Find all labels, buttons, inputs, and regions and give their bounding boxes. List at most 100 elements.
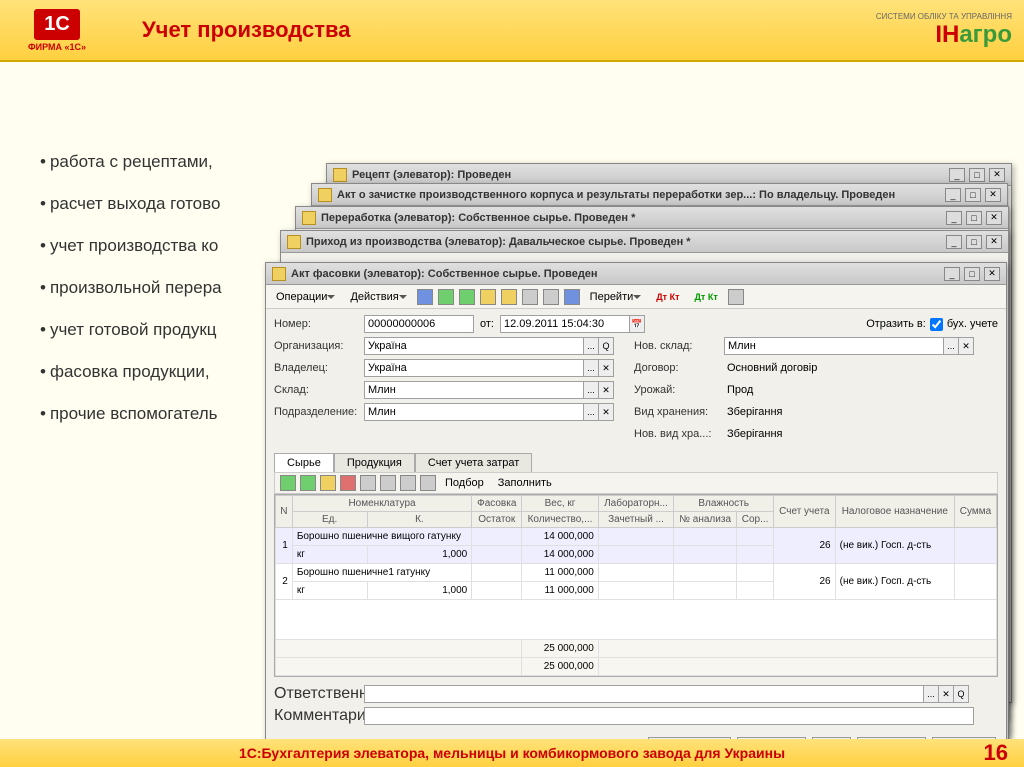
number-field[interactable] (364, 315, 474, 333)
col-qty[interactable]: Количество,... (522, 512, 599, 528)
col-tax[interactable]: Налоговое назначение (835, 496, 954, 528)
maximize-button[interactable]: □ (966, 211, 982, 225)
help-icon[interactable] (564, 289, 580, 305)
col-account[interactable]: Счет учета (774, 496, 836, 528)
dtkt-icon[interactable]: Дт Кт (650, 290, 685, 304)
grid[interactable]: N Номенклатура Фасовка Вес, кг Лаборатор… (274, 494, 998, 677)
clear-button[interactable]: ✕ (598, 359, 614, 377)
org-field[interactable] (364, 337, 584, 355)
slide-footer: 1С:Бухгалтерия элеватора, мельницы и ком… (0, 739, 1024, 767)
logo-1c: 1С ФИРМА «1С» (12, 5, 102, 55)
col-unit[interactable]: Ед. (292, 512, 367, 528)
footer-text: 1С:Бухгалтерия элеватора, мельницы и ком… (239, 745, 785, 761)
post-icon[interactable] (480, 289, 496, 305)
col-k[interactable]: К. (367, 512, 472, 528)
col-sor[interactable]: Сор... (737, 512, 774, 528)
bullet-item: расчет выхода готово (40, 194, 222, 214)
maximize-button[interactable]: □ (966, 235, 982, 249)
reflect-accounting-check[interactable] (930, 318, 943, 331)
unpost-icon[interactable] (501, 289, 517, 305)
minimize-button[interactable]: _ (946, 211, 962, 225)
dept-field[interactable] (364, 403, 584, 421)
col-humidity[interactable]: Влажность (674, 496, 774, 512)
grid-toolbar: Подбор Заполнить (274, 472, 998, 494)
close-button[interactable]: ✕ (986, 211, 1002, 225)
minimize-button[interactable]: _ (945, 188, 961, 202)
comment-label: Комментарий: (274, 707, 364, 725)
minimize-button[interactable]: _ (949, 168, 965, 182)
maximize-button[interactable]: □ (965, 188, 981, 202)
clear-button[interactable]: ✕ (598, 403, 614, 421)
maximize-button[interactable]: □ (969, 168, 985, 182)
select-button[interactable]: ... (583, 337, 599, 355)
delete-icon[interactable] (340, 475, 356, 491)
structure-icon[interactable] (522, 289, 538, 305)
new-icon[interactable] (417, 289, 433, 305)
minimize-button[interactable]: _ (944, 267, 960, 281)
tab-product[interactable]: Продукция (334, 453, 415, 472)
table-row[interactable] (276, 600, 997, 640)
close-button[interactable]: ✕ (986, 235, 1002, 249)
org-label: Организация: (274, 340, 364, 352)
move-up-icon[interactable] (360, 475, 376, 491)
add-icon[interactable] (280, 475, 296, 491)
sort-desc-icon[interactable] (420, 475, 436, 491)
date-field[interactable] (500, 315, 630, 333)
minimize-button[interactable]: _ (946, 235, 962, 249)
save-icon[interactable] (438, 289, 454, 305)
logo-inagro: СИСТЕМИ ОБЛІКУ ТА УПРАВЛІННЯ ІНагро (876, 12, 1012, 49)
report-icon[interactable] (728, 289, 744, 305)
col-weight[interactable]: Вес, кг (522, 496, 599, 512)
comment-field[interactable] (364, 707, 974, 725)
bullet-item: учет готовой продукц (40, 320, 222, 340)
col-balance[interactable]: Остаток (472, 512, 522, 528)
maximize-button[interactable]: □ (964, 267, 980, 281)
clear-button[interactable]: ✕ (938, 685, 954, 703)
fill-button[interactable]: Заполнить (492, 475, 558, 491)
col-nomenclature[interactable]: Номенклатура (292, 496, 471, 512)
open-button[interactable]: Q (598, 337, 614, 355)
tab-cost-account[interactable]: Счет учета затрат (415, 453, 532, 472)
col-analysis[interactable]: № анализа (674, 512, 737, 528)
window-title: Акт о зачистке производственного корпуса… (337, 189, 895, 201)
actions-menu[interactable]: Действия (344, 289, 412, 305)
sort-asc-icon[interactable] (400, 475, 416, 491)
select-button[interactable]: ... (943, 337, 959, 355)
col-sum[interactable]: Сумма (955, 496, 997, 528)
dept-label: Подразделение: (274, 406, 364, 418)
select-button[interactable]: Подбор (439, 475, 490, 491)
contract-label: Договор: (634, 362, 724, 374)
table-row[interactable]: 2 Борошно пшеничне1 гатунку 11 000,000 2… (276, 564, 997, 582)
refresh-icon[interactable] (459, 289, 475, 305)
newstock-field[interactable] (724, 337, 944, 355)
clear-button[interactable]: ✕ (958, 337, 974, 355)
responsible-field[interactable] (364, 685, 924, 703)
edit-icon[interactable] (320, 475, 336, 491)
open-button[interactable]: Q (953, 685, 969, 703)
calendar-icon[interactable]: 📅 (629, 315, 645, 333)
tab-raw[interactable]: Сырье (274, 453, 334, 472)
select-button[interactable]: ... (583, 381, 599, 399)
dtkt-tax-icon[interactable]: Дт Кт (689, 290, 724, 304)
copy-icon[interactable] (300, 475, 316, 491)
main-toolbar: Операции Действия Перейти Дт Кт Дт Кт (266, 285, 1006, 309)
settings-icon[interactable] (543, 289, 559, 305)
select-button[interactable]: ... (583, 359, 599, 377)
goto-menu[interactable]: Перейти (584, 289, 648, 305)
col-packing[interactable]: Фасовка (472, 496, 522, 512)
window-title: Переработка (элеватор): Собственное сырь… (321, 212, 635, 224)
col-n[interactable]: N (276, 496, 293, 528)
close-button[interactable]: ✕ (985, 188, 1001, 202)
select-button[interactable]: ... (583, 403, 599, 421)
col-lab[interactable]: Лабораторн... (598, 496, 673, 512)
operations-menu[interactable]: Операции (270, 289, 341, 305)
move-down-icon[interactable] (380, 475, 396, 491)
select-button[interactable]: ... (923, 685, 939, 703)
stock-field[interactable] (364, 381, 584, 399)
clear-button[interactable]: ✕ (598, 381, 614, 399)
table-row[interactable]: 1 Борошно пшеничне вищого гатунку 14 000… (276, 528, 997, 546)
col-credit[interactable]: Зачетный ... (598, 512, 673, 528)
close-button[interactable]: ✕ (984, 267, 1000, 281)
owner-field[interactable] (364, 359, 584, 377)
close-button[interactable]: ✕ (989, 168, 1005, 182)
